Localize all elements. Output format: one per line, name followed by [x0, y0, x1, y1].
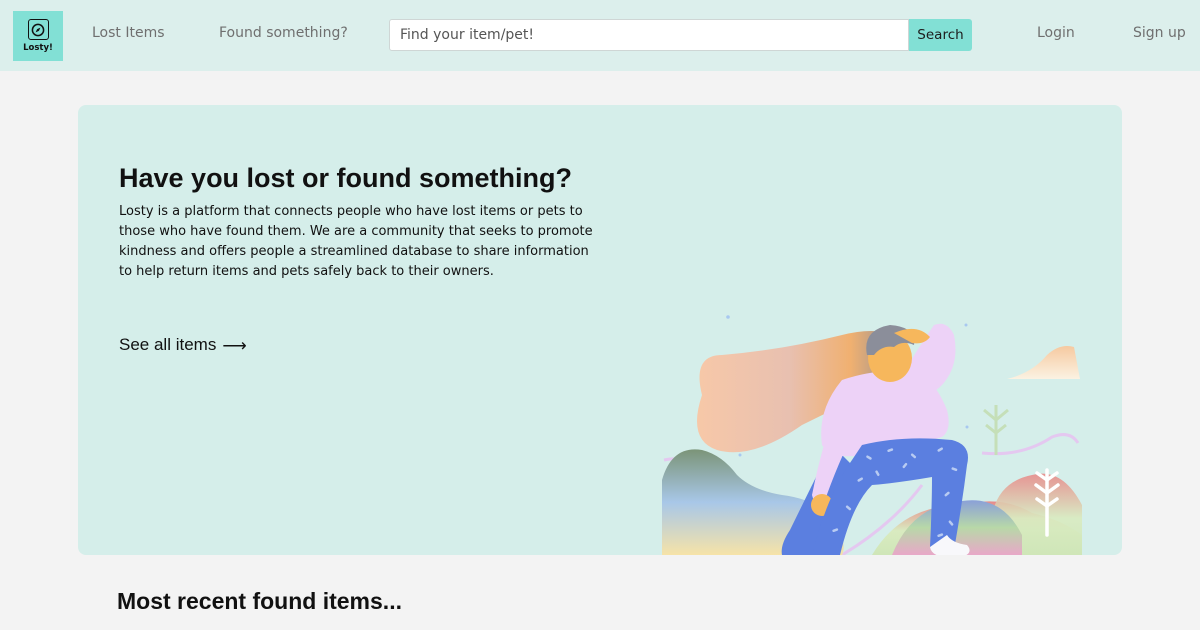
login-link[interactable]: Login: [1037, 25, 1075, 41]
search-input[interactable]: [389, 19, 909, 51]
compass-icon: [27, 19, 49, 40]
nav-found-something[interactable]: Found something?: [219, 25, 348, 41]
person-searching-illustration: [662, 315, 1082, 555]
search-button[interactable]: Search: [909, 19, 972, 51]
hero-description: Losty is a platform that connects people…: [119, 204, 593, 279]
logo-text: Losty!: [23, 43, 53, 53]
arrow-right-icon: ⟶: [222, 335, 247, 355]
see-all-items-link[interactable]: See all items ⟶: [119, 335, 247, 355]
recent-found-items-title: Most recent found items...: [117, 588, 402, 614]
navbar: Losty! Lost Items Found something? Searc…: [0, 0, 1200, 71]
hero-banner: Have you lost or found something? Losty …: [78, 105, 1122, 555]
logo[interactable]: Losty!: [13, 11, 63, 61]
hero-title: Have you lost or found something?: [119, 163, 573, 193]
signup-link[interactable]: Sign up: [1133, 25, 1186, 41]
nav-lost-items[interactable]: Lost Items: [92, 25, 165, 41]
see-all-items-label: See all items: [119, 335, 217, 354]
